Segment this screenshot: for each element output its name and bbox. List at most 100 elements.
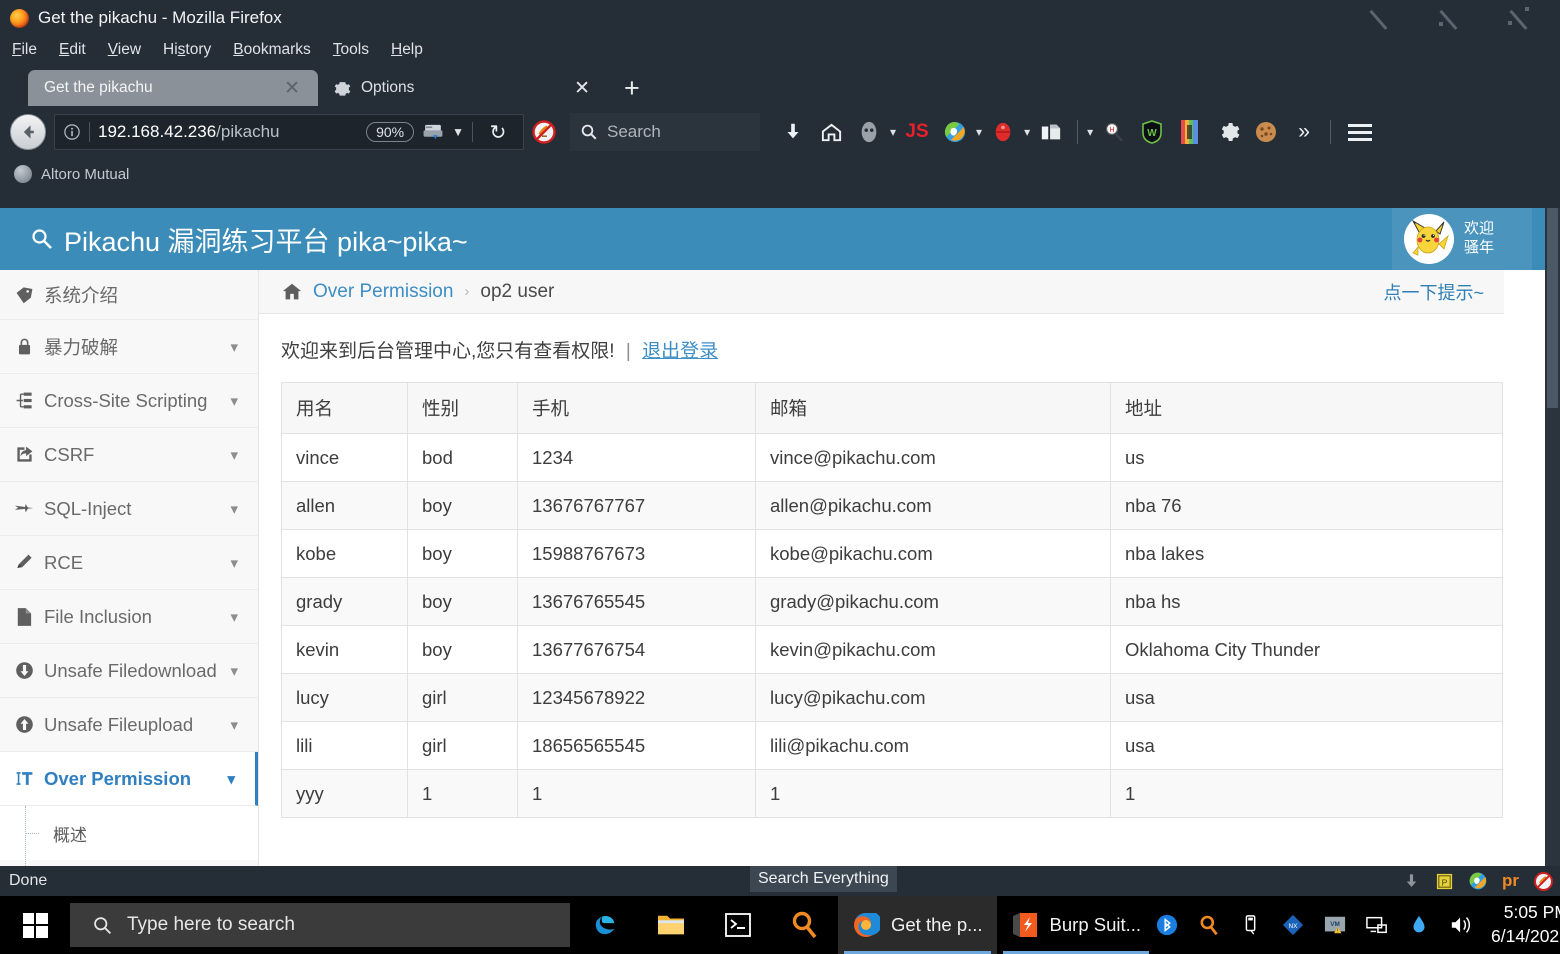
taskbar-window-burp-suite[interactable]: Burp Suit... xyxy=(997,896,1156,954)
menu-view[interactable]: View xyxy=(108,41,141,59)
network-icon[interactable] xyxy=(1365,913,1389,937)
user-welcome-box[interactable]: 欢迎 骚年 xyxy=(1392,208,1532,270)
save-page-icon[interactable] xyxy=(422,122,444,142)
sidebar-subitem-overview[interactable]: 概述 xyxy=(0,806,258,872)
colorzilla-icon[interactable] xyxy=(1173,115,1207,149)
chevron-down-icon[interactable]: ▾ xyxy=(230,338,244,356)
new-tab-button[interactable]: + xyxy=(608,75,654,106)
menu-file[interactable]: File xyxy=(12,41,37,59)
chevron-down-icon[interactable]: ▾ xyxy=(230,554,244,572)
sidebar-item-csrf[interactable]: CSRF ▾ xyxy=(0,428,258,482)
taskbar-clock[interactable]: 5:05 PM 6/14/2022 xyxy=(1491,901,1560,948)
taskbar-icon-terminal[interactable] xyxy=(704,896,771,954)
tab-close-icon[interactable]: ✕ xyxy=(278,79,306,98)
cell-phone: 15988767673 xyxy=(517,529,756,578)
vmware-icon[interactable]: VM! xyxy=(1323,913,1347,937)
menu-help[interactable]: Help xyxy=(391,41,423,59)
ghostery-icon[interactable] xyxy=(852,115,886,149)
breadcrumb-parent[interactable]: Over Permission xyxy=(313,281,453,303)
hackbar-icon[interactable]: H xyxy=(1097,115,1131,149)
taskbar-icon-everything-search[interactable] xyxy=(771,896,838,954)
tip-link[interactable]: 点一下提示~ xyxy=(1383,279,1504,305)
tab-get-the-pikachu[interactable]: Get the pikachu ✕ xyxy=(28,70,318,106)
pdf-icon[interactable]: P xyxy=(1434,871,1455,892)
nexus-icon[interactable]: NX xyxy=(1281,913,1305,937)
noscript-icon[interactable] xyxy=(1533,871,1554,892)
cell-email: lili@pikachu.com xyxy=(755,721,1111,770)
navigation-toolbar: 192.168.42.236/pikachu 90% ▼ ↻ Search ▾ … xyxy=(0,106,1560,158)
chevron-down-icon[interactable]: ▾ xyxy=(230,446,244,464)
menu-edit[interactable]: Edit xyxy=(59,41,86,59)
cookie-manager-icon[interactable] xyxy=(1034,115,1068,149)
bookmark-altoro-mutual[interactable]: Altoro Mutual xyxy=(41,166,129,183)
site-info-icon[interactable] xyxy=(63,123,81,141)
sidebar-item-rce[interactable]: RCE ▾ xyxy=(0,536,258,590)
sidebar-item-over-permission[interactable]: Over Permission ▾ xyxy=(0,752,258,806)
chevron-down-icon[interactable]: ▾ xyxy=(230,662,244,680)
chevron-down-icon[interactable]: ▾ xyxy=(1087,125,1093,139)
chevron-down-icon[interactable]: ▼ xyxy=(452,125,464,139)
taskbar-icon-edge[interactable] xyxy=(570,896,637,954)
chevron-down-icon[interactable]: ▾ xyxy=(1024,125,1030,139)
usb-eject-icon[interactable] xyxy=(1239,913,1263,937)
taskbar-icon-file-explorer[interactable] xyxy=(637,896,704,954)
page-scrollbar[interactable] xyxy=(1545,208,1560,870)
start-button[interactable] xyxy=(0,896,70,954)
download-arrow-icon[interactable] xyxy=(776,115,810,149)
shareaholic-icon[interactable] xyxy=(1467,871,1488,892)
search-input[interactable]: Search xyxy=(607,122,661,142)
tamper-data-icon[interactable] xyxy=(986,115,1020,149)
cookie-icon[interactable] xyxy=(1249,115,1283,149)
sidebar-item-brute-force[interactable]: 暴力破解 ▾ xyxy=(0,320,258,374)
cell-email: kevin@pikachu.com xyxy=(755,625,1111,674)
menu-history[interactable]: History xyxy=(163,41,211,59)
volume-icon[interactable] xyxy=(1449,913,1473,937)
sidebar-item-unsafe-fileupload[interactable]: Unsafe Fileupload ▾ xyxy=(0,698,258,752)
logout-link[interactable]: 退出登录 xyxy=(642,341,718,362)
chevron-down-icon[interactable]: ▾ xyxy=(230,716,244,734)
menu-hamburger-icon[interactable] xyxy=(1340,123,1380,141)
search-bar[interactable]: Search xyxy=(570,113,760,151)
settings-gear-icon[interactable] xyxy=(1211,115,1245,149)
home-icon[interactable] xyxy=(814,115,848,149)
bluetooth-icon[interactable] xyxy=(1155,913,1179,937)
sidebar-item-sql-inject[interactable]: SQL-Inject ▾ xyxy=(0,482,258,536)
chevron-down-icon[interactable]: ▾ xyxy=(976,125,982,139)
menu-bookmarks[interactable]: Bookmarks xyxy=(233,41,311,59)
proxy-icon[interactable]: pr xyxy=(1500,871,1521,892)
everything-icon[interactable] xyxy=(1197,913,1221,937)
tab-close-icon[interactable]: ✕ xyxy=(568,79,596,98)
url-bar[interactable]: 192.168.42.236/pikachu 90% ▼ ↻ xyxy=(54,114,524,150)
cell-address: us xyxy=(1110,433,1503,482)
chevron-down-icon[interactable]: ▾ xyxy=(227,770,241,788)
chevron-down-icon[interactable]: ▾ xyxy=(230,392,244,410)
taskbar-window-firefox[interactable]: Get the p... xyxy=(838,896,997,954)
reload-button[interactable]: ↻ xyxy=(481,120,515,145)
noscript-icon[interactable] xyxy=(524,119,564,145)
cell-email: vince@pikachu.com xyxy=(755,433,1111,482)
shareaholic-icon[interactable] xyxy=(938,115,972,149)
wappalyzer-icon[interactable]: W xyxy=(1135,115,1169,149)
sidebar-item-system-intro[interactable]: 系统介绍 xyxy=(0,270,258,320)
scrollbar-thumb[interactable] xyxy=(1547,208,1558,408)
chevron-down-icon[interactable]: ▾ xyxy=(230,608,244,626)
tab-options[interactable]: Options ✕ xyxy=(318,70,608,106)
taskbar-search-input[interactable]: Type here to search xyxy=(70,903,570,947)
close-button[interactable] xyxy=(1504,6,1534,30)
chevron-down-icon[interactable]: ▾ xyxy=(230,500,244,518)
download-arrow-icon[interactable] xyxy=(1401,871,1422,892)
chevron-down-icon[interactable]: ▾ xyxy=(890,125,896,139)
menu-tools[interactable]: Tools xyxy=(333,41,369,59)
back-button[interactable] xyxy=(10,114,46,150)
water-drop-icon[interactable] xyxy=(1407,913,1431,937)
javascript-toggle-icon[interactable]: JS xyxy=(900,115,934,149)
browser-tray: P pr xyxy=(1401,866,1554,896)
sidebar-item-xss[interactable]: Cross-Site Scripting ▾ xyxy=(0,374,258,428)
sidebar-item-file-inclusion[interactable]: File Inclusion ▾ xyxy=(0,590,258,644)
minimize-button[interactable] xyxy=(1364,6,1394,30)
maximize-button[interactable] xyxy=(1434,6,1464,30)
cell-phone: 1 xyxy=(517,769,756,818)
zoom-level-badge[interactable]: 90% xyxy=(366,122,415,142)
overflow-chevrons-icon[interactable]: » xyxy=(1287,115,1321,149)
sidebar-item-unsafe-filedownload[interactable]: Unsafe Filedownload ▾ xyxy=(0,644,258,698)
